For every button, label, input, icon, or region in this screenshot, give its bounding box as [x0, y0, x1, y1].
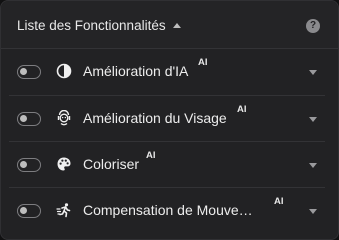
chevron-down-icon[interactable] [309, 163, 317, 168]
help-circle-icon[interactable]: ? [306, 19, 320, 33]
ai-badge: AI [237, 104, 247, 115]
contrast-half-circle-icon [56, 63, 72, 79]
chevron-down-icon[interactable] [309, 70, 317, 75]
face-enhance-icon [57, 110, 71, 126]
toggle-knob [20, 161, 27, 168]
toggle-face-enhancement[interactable] [17, 112, 41, 126]
toggle-knob [20, 68, 27, 75]
feature-row-ai-enhancement: Amélioration d'IA AI [9, 49, 325, 94]
toggle-knob [20, 207, 27, 214]
caret-up-icon[interactable] [173, 23, 181, 28]
ai-badge: AI [198, 57, 208, 68]
panel-title: Liste des Fonctionnalités [17, 18, 166, 33]
feature-row-colorize: Coloriser AI [9, 141, 325, 186]
toggle-colorize[interactable] [17, 158, 41, 172]
palette-icon [57, 157, 71, 171]
feature-row-motion-compensation: Compensation de Mouve… AI [9, 187, 325, 232]
feature-label: Coloriser [83, 156, 140, 172]
feature-list-panel: Liste des Fonctionnalités ? Amélioration… [0, 0, 339, 240]
toggle-knob [20, 115, 27, 122]
feature-list-header[interactable]: Liste des Fonctionnalités ? [1, 1, 338, 49]
running-person-icon [56, 203, 71, 218]
chevron-down-icon[interactable] [309, 209, 317, 214]
chevron-down-icon[interactable] [309, 117, 317, 122]
feature-label: Compensation de Mouve… [83, 202, 253, 218]
toggle-ai-enhancement[interactable] [17, 65, 41, 79]
feature-label: Amélioration d'IA [83, 63, 189, 79]
toggle-motion-compensation[interactable] [17, 204, 41, 218]
feature-row-face-enhancement: Amélioration du Visage AI [9, 95, 325, 140]
ai-badge: AI [146, 150, 156, 161]
feature-label: Amélioration du Visage [83, 110, 227, 126]
ai-badge: AI [274, 196, 284, 207]
